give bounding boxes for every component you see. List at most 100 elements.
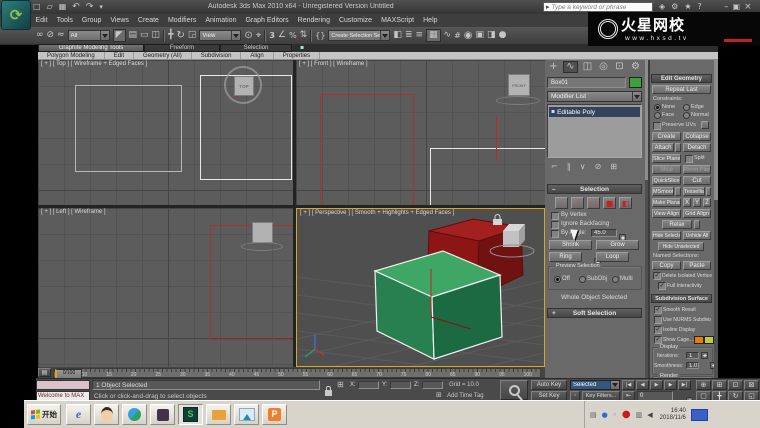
menu-item[interactable]: Animation <box>201 17 241 24</box>
by-angle-checkbox[interactable] <box>551 230 559 238</box>
iterations-field[interactable]: 1 <box>686 352 699 359</box>
taskbar-powerpoint-button[interactable]: P <box>262 404 287 425</box>
element-subobject-icon[interactable]: ◧ <box>619 197 632 209</box>
tab-create-icon[interactable]: + <box>547 62 560 72</box>
mirror-icon[interactable]: ◧ <box>393 31 402 40</box>
reset-plane-button[interactable]: Reset Plane <box>683 165 711 174</box>
viewport-top-label[interactable]: [ + ] [ Top ] [ Wireframe + Edged Faces … <box>41 61 147 67</box>
collapse-button[interactable]: Collapse <box>683 132 711 141</box>
polygon-subobject-icon[interactable]: ■ <box>603 197 616 209</box>
make-planar-button[interactable]: Make Planar <box>652 198 681 207</box>
spinner-snap-icon[interactable]: ⇅ <box>300 31 308 40</box>
dropdown-arrow-icon[interactable] <box>632 92 641 101</box>
taskbar-globe-app-button[interactable] <box>122 404 147 425</box>
play-button[interactable]: ▶ <box>650 380 663 390</box>
taskbar-messenger-button[interactable] <box>94 404 119 425</box>
zoom-icon[interactable]: ⊕ <box>696 380 711 390</box>
viewport-front[interactable]: [ + ] [ Front ] [ Wireframe ] FRONT <box>296 60 545 205</box>
application-menu-button[interactable]: ⟳ <box>1 0 31 30</box>
start-button[interactable]: 开始 <box>27 404 61 425</box>
unhide-all-button[interactable]: Unhide All <box>683 231 711 240</box>
wireframe-selected-box-front[interactable] <box>430 148 545 205</box>
object-name-field[interactable]: Box01 <box>547 77 626 88</box>
menu-item[interactable]: Graph Editors <box>241 17 293 24</box>
preview-subobj-radio[interactable] <box>579 276 586 283</box>
zoom-all-icon[interactable]: ⊞ <box>712 380 727 390</box>
menu-item[interactable]: Modifiers <box>163 17 200 24</box>
view-align-button[interactable]: View Align <box>652 209 681 218</box>
edit-named-sets-icon[interactable]: {} <box>315 31 325 40</box>
previous-frame-button[interactable]: ◀ <box>636 380 649 390</box>
tab-utilities-icon[interactable]: ⚙ <box>629 62 642 72</box>
menu-item[interactable]: Tools <box>52 17 77 24</box>
isoline-display-checkbox[interactable] <box>654 326 662 334</box>
selection-rollout-header[interactable]: – Selection <box>547 184 642 194</box>
ribbon-tab-graphite[interactable]: Graphite Modeling Tools <box>38 44 144 52</box>
viewport-left-label[interactable]: [ + ] [ Left ] [ Wireframe ] <box>41 209 106 215</box>
ribbon-panel-label[interactable]: Properties <box>274 52 321 59</box>
tessellate-button[interactable]: Tessellate <box>683 187 705 196</box>
selection-set-dropdown[interactable]: Selected <box>570 380 620 390</box>
ribbon-panel-label[interactable]: Align <box>241 52 274 59</box>
render-production-icon[interactable]: ● <box>499 31 507 40</box>
time-ruler[interactable]: 5101520253035404550556065707580859095100… <box>53 367 541 379</box>
viewport-perspective-label[interactable]: [ + ] [ Perspective ] [ Smooth + Highlig… <box>300 210 454 216</box>
language-indicator-icon[interactable] <box>690 409 708 421</box>
minimize-button[interactable]: – <box>724 2 729 12</box>
auto-key-button[interactable]: Auto Key <box>531 380 567 390</box>
taskbar-3dsmax-button[interactable]: S <box>178 404 203 425</box>
subscription-center-icon[interactable]: ⚙ <box>671 3 678 11</box>
communication-center-icon[interactable]: ◈ <box>659 3 665 11</box>
add-time-tag-label[interactable]: Add Time Tag <box>447 393 484 400</box>
show-cage-checkbox[interactable] <box>654 336 662 344</box>
viewport-front-label[interactable]: [ + ] [ Front ] [ Wireframe ] <box>299 61 368 67</box>
hide-selected-button[interactable]: Hide Selected <box>652 231 681 240</box>
full-interactivity-checkbox[interactable] <box>658 282 666 290</box>
select-object-icon[interactable]: ◤ <box>112 29 126 42</box>
slice-plane-button[interactable]: Slice Plane <box>652 154 681 163</box>
taskbar-image-viewer-button[interactable] <box>234 404 259 425</box>
tray-app-icon[interactable]: ▤ <box>590 411 597 419</box>
shrink-button[interactable]: Shrink <box>549 240 592 250</box>
msmooth-button[interactable]: MSmooth <box>652 187 674 196</box>
named-selection-sets-dropdown[interactable]: Create Selection Set <box>328 30 391 41</box>
attach-button[interactable]: Attach <box>652 143 674 152</box>
rendered-frame-window-icon[interactable]: ◨ <box>487 31 496 40</box>
planar-y-button[interactable]: Y <box>693 198 701 207</box>
detach-button[interactable]: Detach <box>683 143 711 152</box>
ignore-backfacing-checkbox[interactable] <box>551 221 559 229</box>
by-vertex-checkbox[interactable] <box>551 212 559 220</box>
open-file-icon[interactable]: ▱ <box>47 3 53 11</box>
preview-off-radio[interactable] <box>554 276 561 283</box>
taskbar-recorder-button[interactable] <box>206 404 231 425</box>
ribbon-tab-freeform[interactable]: Freeform <box>144 44 220 52</box>
smooth-result-checkbox[interactable] <box>654 306 662 314</box>
menu-item[interactable]: Rendering <box>293 17 334 24</box>
stack-item-editable-poly[interactable]: ▪ Editable Poly <box>549 107 640 117</box>
tab-hierarchy-icon[interactable]: ◫ <box>581 62 594 72</box>
favorites-icon[interactable]: ★ <box>684 3 691 11</box>
select-manipulate-icon[interactable]: ⌖ <box>256 30 262 41</box>
dropdown-arrow-icon[interactable] <box>380 31 390 40</box>
restore-button[interactable]: ▣ <box>733 3 741 11</box>
curve-editor-icon[interactable]: ∿ <box>444 31 452 40</box>
planar-x-button[interactable]: X <box>683 198 691 207</box>
modifier-list-dropdown[interactable]: Modifier List <box>547 91 642 102</box>
relax-button[interactable]: Relax <box>662 220 692 229</box>
zoom-extents-all-icon[interactable]: ⊠ <box>744 380 759 390</box>
layer-manager-icon[interactable]: ≡ <box>415 31 423 40</box>
window-crossing-icon[interactable]: ◫ <box>152 31 161 40</box>
add-time-tag-icon[interactable]: ⊞ <box>436 392 442 399</box>
angle-snap-icon[interactable]: ∠ <box>278 31 286 40</box>
select-link-icon[interactable]: ∞ <box>36 31 44 40</box>
zoom-extents-icon[interactable]: ⊡ <box>728 380 743 390</box>
preview-multi-radio[interactable] <box>612 276 619 283</box>
tray-small-icon[interactable]: ◦ <box>613 411 617 419</box>
ribbon-tab-selection[interactable]: Selection <box>220 44 292 52</box>
search-go-icon[interactable]: ▸ <box>544 3 552 11</box>
go-to-start-button[interactable]: |◀ <box>622 380 635 390</box>
iterations-spinner[interactable] <box>701 352 708 359</box>
grid-align-button[interactable]: Grid Align <box>683 209 711 218</box>
create-button[interactable]: Create <box>652 132 681 141</box>
command-panel-scrollbar-right[interactable] <box>714 60 718 378</box>
